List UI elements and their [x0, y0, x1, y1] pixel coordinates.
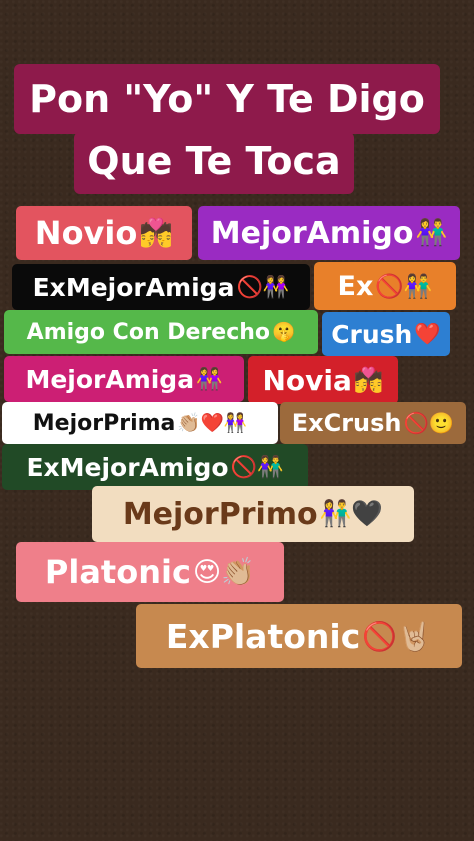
heart-icon: ❤️	[414, 321, 441, 347]
tag-novio: Novio 💏	[16, 206, 192, 260]
couple-black-heart-icon: 👫🖤	[319, 499, 384, 529]
tag-novia: Novia 💏	[248, 356, 398, 404]
tag-label: Platonic	[44, 553, 191, 591]
tag-mejor-primo: MejorPrimo 👫🖤	[92, 486, 414, 542]
tag-label: ExPlatonic	[165, 616, 361, 656]
title-line-2: Que Te Toca	[74, 132, 354, 194]
tag-label: Amigo Con Derecho	[26, 319, 271, 345]
tag-label: MejorPrimo	[122, 496, 318, 532]
tag-ex-mejor-amigo: ExMejorAmigo 🚫👫	[2, 444, 308, 490]
clap-heart-women-icon: 👏🏼❤️👭	[177, 413, 248, 434]
tag-label: ExMejorAmigo	[26, 452, 229, 482]
title-text-2: Que Te Toca	[87, 139, 341, 183]
heart-eyes-clap-icon: 😍👏🏼	[192, 557, 256, 588]
prohibited-couple-icon: 🚫👫	[375, 273, 433, 300]
tag-label: ExMejorAmiga	[32, 272, 235, 302]
title-text-1: Pon "Yo" Y Te Digo	[29, 77, 425, 121]
kiss-icon: 💏	[139, 218, 174, 249]
tag-ex-crush: ExCrush 🚫🙂	[280, 402, 466, 444]
two-women-icon: 👭	[196, 366, 223, 392]
prohibited-rock-icon: 🚫🤘🏼	[362, 619, 433, 653]
tag-crush: Crush ❤️	[322, 312, 450, 356]
tag-platonic: Platonic 😍👏🏼	[16, 542, 284, 602]
prohibited-women-icon: 🚫👭	[236, 274, 290, 300]
tag-ex-platonic: ExPlatonic 🚫🤘🏼	[136, 604, 462, 668]
tag-ex-mejor-amiga: ExMejorAmiga 🚫👭	[12, 264, 310, 310]
prohibited-couple-icon: 🚫👫	[230, 454, 284, 480]
tag-amigo-con-derecho: Amigo Con Derecho 🤫	[4, 310, 318, 354]
tag-label: MejorPrima	[32, 410, 176, 436]
kiss-icon: 💏	[353, 366, 384, 394]
couple-icon: 👫	[415, 218, 448, 248]
tag-label: MejorAmigo	[210, 215, 414, 251]
tag-label: Novia	[262, 363, 352, 397]
tag-label: Ex	[337, 270, 374, 302]
title-line-1: Pon "Yo" Y Te Digo	[14, 64, 440, 134]
tag-label: Crush	[331, 319, 413, 349]
tag-label: Novio	[34, 214, 138, 252]
tag-ex: Ex 🚫👫	[314, 262, 456, 310]
tag-mejor-prima: MejorPrima 👏🏼❤️👭	[2, 402, 278, 444]
prohibited-smile-icon: 🚫🙂	[403, 411, 455, 435]
tag-mejor-amigo: MejorAmigo 👫	[198, 206, 460, 260]
tag-label: MejorAmiga	[25, 364, 195, 394]
tag-mejor-amiga: MejorAmiga 👭	[4, 356, 244, 402]
tag-label: ExCrush	[291, 409, 402, 437]
shush-icon: 🤫	[272, 322, 296, 343]
